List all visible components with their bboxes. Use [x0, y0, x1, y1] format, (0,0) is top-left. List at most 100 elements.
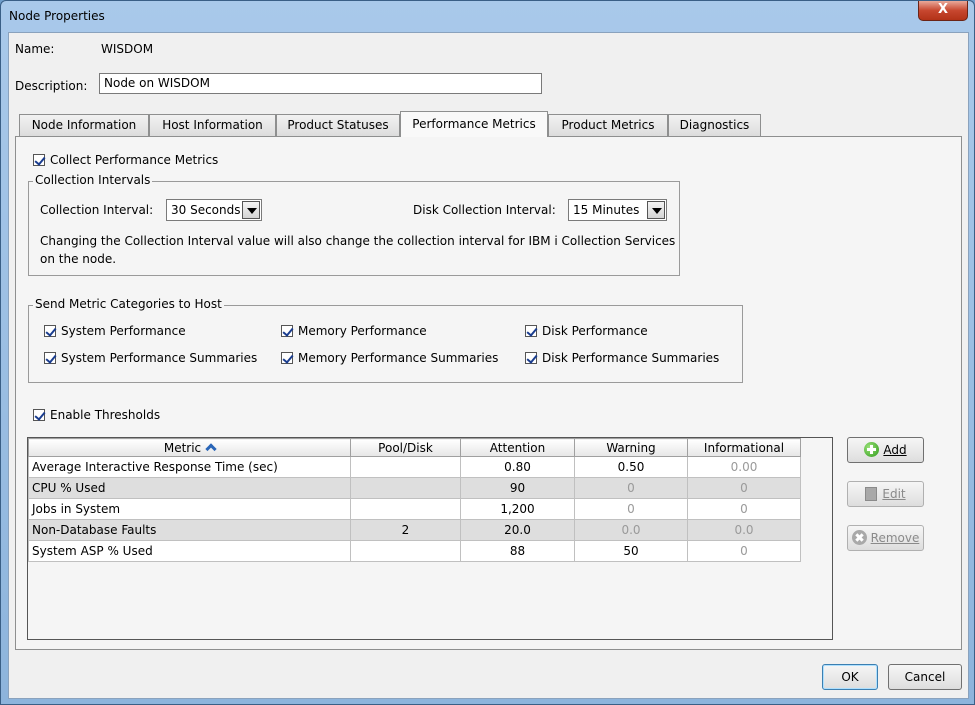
cell-informational: 0 [687, 540, 801, 562]
memory-performance-label: Memory Performance [298, 324, 427, 338]
tab-product-metrics[interactable]: Product Metrics [548, 114, 668, 136]
checkbox-checked-icon [281, 325, 293, 337]
table-row[interactable]: CPU % Used 90 0 0 [28, 477, 801, 499]
tab-node-information[interactable]: Node Information [19, 114, 149, 136]
system-performance-summaries-checkbox[interactable]: System Performance Summaries [44, 351, 257, 365]
cell-warning: 50 [574, 540, 688, 562]
system-performance-label: System Performance [61, 324, 186, 338]
chevron-down-icon [242, 201, 260, 219]
close-button[interactable]: X [918, 1, 968, 21]
table-row[interactable]: Non-Database Faults 2 20.0 0.0 0.0 [28, 519, 801, 541]
title-bar: Node Properties X [1, 1, 974, 31]
checkbox-checked-icon [281, 352, 293, 364]
column-header-pool-disk[interactable]: Pool/Disk [350, 438, 461, 457]
table-row[interactable]: Jobs in System 1,200 0 0 [28, 498, 801, 520]
cell-metric: System ASP % Used [28, 540, 351, 562]
add-button-label: Add [883, 443, 907, 457]
column-header-informational[interactable]: Informational [687, 438, 801, 457]
cell-metric: Jobs in System [28, 498, 351, 520]
column-header-metric[interactable]: Metric [28, 438, 351, 457]
cell-attention: 1,200 [460, 498, 575, 520]
column-header-metric-label: Metric [163, 440, 202, 455]
edit-button-label: Edit [882, 487, 906, 501]
disk-performance-label: Disk Performance [542, 324, 648, 338]
tab-diagnostics[interactable]: Diagnostics [668, 114, 761, 136]
collection-interval-note-line1: Changing the Collection Interval value w… [40, 234, 676, 248]
edit-icon [865, 487, 878, 501]
remove-button-label: Remove [870, 531, 920, 545]
cell-informational: 0 [687, 477, 801, 499]
cell-pool-disk [350, 540, 461, 562]
column-header-attention[interactable]: Attention [460, 438, 575, 457]
disk-performance-summaries-checkbox[interactable]: Disk Performance Summaries [525, 351, 719, 365]
collection-intervals-title: Collection Intervals [33, 173, 153, 187]
table-row[interactable]: System ASP % Used 88 50 0 [28, 540, 801, 562]
column-header-warning[interactable]: Warning [574, 438, 688, 457]
collection-interval-label: Collection Interval: [40, 203, 154, 217]
memory-performance-summaries-checkbox[interactable]: Memory Performance Summaries [281, 351, 498, 365]
add-threshold-button[interactable]: Add [847, 437, 924, 463]
collection-interval-select[interactable]: 30 Seconds [166, 199, 262, 221]
disk-collection-interval-select[interactable]: 15 Minutes [568, 199, 667, 221]
thresholds-table: Metric Pool/Disk Attention Warning Infor… [28, 438, 801, 562]
close-icon: X [937, 2, 949, 17]
collect-performance-metrics-checkbox[interactable]: Collect Performance Metrics [33, 153, 218, 167]
cell-attention: 0.80 [460, 456, 575, 478]
disk-performance-summaries-label: Disk Performance Summaries [542, 351, 720, 365]
chevron-down-icon [647, 201, 665, 219]
cell-informational: 0.00 [687, 456, 801, 478]
metric-categories-group: Send Metric Categories to Host System Pe… [28, 297, 743, 383]
disk-collection-interval-label: Disk Collection Interval: [413, 203, 556, 217]
tab-host-information[interactable]: Host Information [149, 114, 276, 136]
cell-pool-disk: 2 [350, 519, 461, 541]
ok-button[interactable]: OK [822, 664, 878, 690]
cell-warning: 0 [574, 498, 688, 520]
enable-thresholds-checkbox[interactable]: Enable Thresholds [33, 408, 160, 422]
name-label: Name: [15, 42, 55, 56]
system-performance-summaries-label: System Performance Summaries [61, 351, 258, 365]
collection-intervals-group: Collection Intervals Collection Interval… [28, 173, 680, 276]
checkbox-checked-icon [525, 352, 537, 364]
cell-metric: Average Interactive Response Time (sec) [28, 456, 351, 478]
sort-ascending-icon [205, 442, 217, 455]
collection-interval-note-line2: on the node. [40, 252, 117, 266]
collection-interval-value: 30 Seconds [171, 203, 241, 217]
system-performance-checkbox[interactable]: System Performance [44, 324, 186, 338]
tab-product-statuses[interactable]: Product Statuses [276, 114, 400, 136]
name-value: WISDOM [101, 42, 154, 56]
cell-attention: 88 [460, 540, 575, 562]
window-title: Node Properties [9, 9, 105, 23]
dialog-client-area: Name: WISDOM Description: Node on WISDOM… [8, 32, 969, 699]
cell-pool-disk [350, 456, 461, 478]
cell-metric: CPU % Used [28, 477, 351, 499]
table-row[interactable]: Average Interactive Response Time (sec) … [28, 456, 801, 478]
remove-threshold-button[interactable]: Remove [847, 525, 924, 551]
node-properties-window: Node Properties X Name: WISDOM Descripti… [0, 0, 975, 705]
cell-attention: 90 [460, 477, 575, 499]
cell-warning: 0.50 [574, 456, 688, 478]
checkbox-checked-icon [33, 154, 45, 166]
memory-performance-checkbox[interactable]: Memory Performance [281, 324, 427, 338]
checkbox-checked-icon [44, 325, 56, 337]
checkbox-checked-icon [44, 352, 56, 364]
edit-threshold-button[interactable]: Edit [847, 481, 924, 507]
remove-icon [851, 530, 867, 545]
description-label: Description: [15, 79, 88, 93]
memory-performance-summaries-label: Memory Performance Summaries [298, 351, 499, 365]
cell-informational: 0.0 [687, 519, 801, 541]
disk-performance-checkbox[interactable]: Disk Performance [525, 324, 648, 338]
tab-performance-metrics[interactable]: Performance Metrics [400, 111, 548, 137]
cell-pool-disk [350, 498, 461, 520]
description-input[interactable]: Node on WISDOM [99, 73, 542, 94]
cell-attention: 20.0 [460, 519, 575, 541]
cell-informational: 0 [687, 498, 801, 520]
checkbox-checked-icon [33, 409, 45, 421]
disk-collection-interval-value: 15 Minutes [573, 203, 640, 217]
cell-metric: Non-Database Faults [28, 519, 351, 541]
checkbox-checked-icon [525, 325, 537, 337]
enable-thresholds-label: Enable Thresholds [50, 408, 161, 422]
cell-warning: 0.0 [574, 519, 688, 541]
add-icon [864, 442, 880, 457]
thresholds-table-container: Metric Pool/Disk Attention Warning Infor… [27, 437, 833, 640]
cancel-button[interactable]: Cancel [888, 664, 962, 690]
